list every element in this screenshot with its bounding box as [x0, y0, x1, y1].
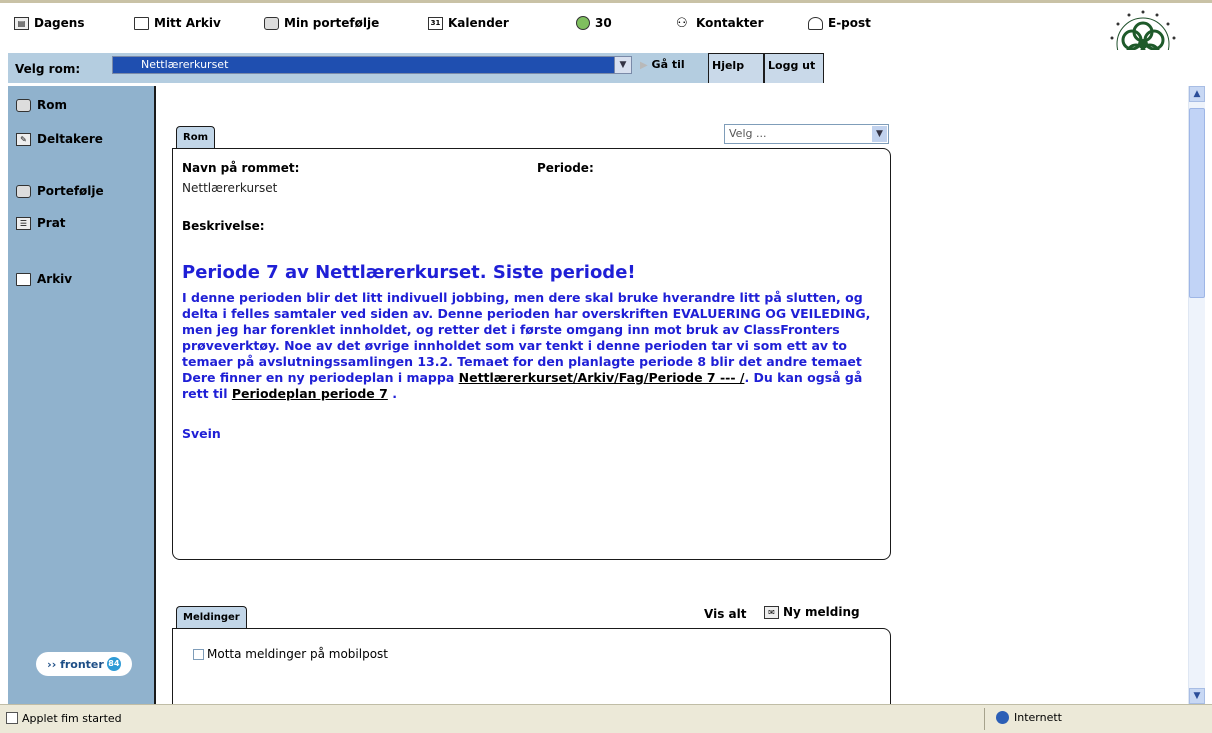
- sidebar-item-label: Portefølje: [37, 184, 104, 198]
- mobile-mail-label: Motta meldinger på mobilpost: [207, 647, 389, 661]
- help-button-label: Hjelp: [712, 59, 745, 72]
- menu-dagens[interactable]: ▤ Dagens: [14, 13, 84, 33]
- left-sidebar: Rom ✎ Deltakere Portefølje ☰ Prat Arkiv …: [8, 86, 154, 704]
- folder-link[interactable]: Nettlærerkurset/Arkiv/Fag/Periode 7 --- …: [459, 370, 745, 385]
- menu-epost[interactable]: E-post: [808, 13, 871, 33]
- description-body: I denne perioden blir det litt indivuell…: [182, 290, 872, 442]
- goto-button-label: Gå til: [651, 58, 685, 71]
- tab-rom-label: Rom: [183, 132, 208, 143]
- sidebar-item-portefolje[interactable]: Portefølje: [16, 184, 104, 198]
- chat-icon: ☰: [16, 216, 31, 230]
- tab-meldinger-label: Meldinger: [183, 612, 240, 623]
- menu-kontakter[interactable]: ⚇ Kontakter: [676, 13, 763, 33]
- logout-button[interactable]: Logg ut: [764, 53, 824, 83]
- status-divider: [984, 708, 985, 730]
- room-select-value: Nettlærerkurset: [141, 58, 229, 71]
- calendar-icon: 31: [428, 16, 443, 30]
- chevron-down-icon[interactable]: ▼: [872, 126, 887, 142]
- goto-button[interactable]: ▶ Gå til: [640, 58, 685, 71]
- today-icon: ▤: [14, 16, 29, 30]
- room-icon: [16, 98, 31, 112]
- sidebar-item-label: Prat: [37, 216, 66, 230]
- logout-button-label: Logg ut: [768, 59, 816, 72]
- menu-dagens-label: Dagens: [34, 16, 85, 30]
- sidebar-item-arkiv[interactable]: Arkiv: [16, 272, 72, 286]
- menu-min-portefolje[interactable]: Min portefølje: [264, 13, 379, 33]
- sidebar-item-label: Deltakere: [37, 132, 103, 146]
- mail-icon: [808, 16, 823, 30]
- sidebar-item-label: Rom: [37, 98, 67, 112]
- scrollbar-thumb[interactable]: [1189, 108, 1205, 298]
- arrow-right-icon: ▶: [640, 60, 648, 71]
- room-select[interactable]: Nettlærerkurset ▼: [112, 56, 632, 74]
- help-button[interactable]: Hjelp: [708, 53, 764, 83]
- scroll-down-icon[interactable]: ▼: [1189, 688, 1205, 704]
- room-bar: Velg rom: Nettlærerkurset ▼ ▶ Gå til Hje…: [0, 50, 1212, 86]
- room-select-label: Velg rom:: [15, 62, 81, 76]
- period-plan-link[interactable]: Periodeplan periode 7: [232, 386, 388, 401]
- folder-icon: [16, 272, 31, 286]
- main-content: Rom Velg ... ▼ Navn på rommet: Periode: …: [154, 86, 1182, 704]
- new-message-icon: ✉: [764, 605, 779, 619]
- signature: Svein: [182, 426, 221, 441]
- sidebar-item-label: Arkiv: [37, 272, 73, 286]
- status-text: Applet fim started: [22, 712, 122, 725]
- vertical-scrollbar[interactable]: ▲ ▼: [1188, 86, 1205, 704]
- description-folder-prefix: Dere finner en ny periodeplan i mappa: [182, 370, 455, 385]
- room-info-panel: Navn på rommet: Periode: Nettlærerkurset…: [172, 148, 891, 560]
- top-menu-bar: ▤ Dagens Mitt Arkiv Min portefølje 31 Ka…: [0, 0, 1212, 50]
- scroll-up-icon[interactable]: ▲: [1189, 86, 1205, 102]
- new-message-button[interactable]: ✉ Ny melding: [764, 605, 860, 619]
- description-end: .: [392, 386, 397, 401]
- fronter-logo-text: ›› fronter: [47, 657, 104, 671]
- velg-dropdown[interactable]: Velg ... ▼: [724, 124, 889, 144]
- fronter-logo[interactable]: ›› fronter 84: [36, 652, 132, 676]
- menu-kalender-label: Kalender: [448, 16, 509, 30]
- menu-counter-label: 30: [595, 16, 612, 30]
- fronter-version-badge: 84: [106, 657, 121, 671]
- mobile-mail-option[interactable]: Motta meldinger på mobilpost: [193, 647, 388, 661]
- room-name-value: Nettlærerkurset: [182, 181, 278, 195]
- chevron-down-icon[interactable]: ▼: [614, 57, 631, 73]
- mobile-mail-checkbox[interactable]: [193, 648, 204, 660]
- menu-mitt-arkiv[interactable]: Mitt Arkiv: [134, 13, 221, 33]
- menu-kalender[interactable]: 31 Kalender: [428, 13, 509, 33]
- messages-panel: Motta meldinger på mobilpost: [172, 628, 891, 704]
- room-name-label: Navn på rommet:: [182, 161, 300, 175]
- folder-icon: [134, 16, 149, 30]
- sidebar-item-prat[interactable]: ☰ Prat: [16, 216, 66, 230]
- new-message-label: Ny melding: [783, 605, 860, 619]
- globe-icon: [576, 16, 590, 30]
- menu-epost-label: E-post: [828, 16, 871, 30]
- menu-mitt-arkiv-label: Mitt Arkiv: [154, 16, 221, 30]
- sidebar-item-deltakere[interactable]: ✎ Deltakere: [16, 132, 103, 146]
- portfolio-icon: [264, 16, 279, 30]
- menu-kontakter-label: Kontakter: [696, 16, 764, 30]
- velg-dropdown-value: Velg ...: [729, 127, 767, 140]
- menu-counter[interactable]: 30: [576, 13, 612, 33]
- sidebar-item-rom[interactable]: Rom: [16, 98, 67, 112]
- globe-icon: [996, 711, 1009, 724]
- period-label: Periode:: [537, 161, 594, 175]
- portfolio-icon: [16, 184, 31, 198]
- participants-icon: ✎: [16, 132, 31, 146]
- security-zone-label: Internett: [1014, 711, 1062, 724]
- description-paragraph: I denne perioden blir det litt indivuell…: [182, 290, 871, 369]
- menu-min-portefolje-label: Min portefølje: [284, 16, 380, 30]
- description-heading: Periode 7 av Nettlærerkurset. Siste peri…: [182, 262, 636, 283]
- page-icon: [6, 712, 18, 724]
- show-all-link[interactable]: Vis alt: [704, 607, 746, 621]
- contacts-icon: ⚇: [676, 15, 688, 31]
- security-zone: Internett: [996, 711, 1062, 724]
- status-bar: Applet fim started Internett: [0, 704, 1212, 733]
- description-label: Beskrivelse:: [182, 219, 265, 233]
